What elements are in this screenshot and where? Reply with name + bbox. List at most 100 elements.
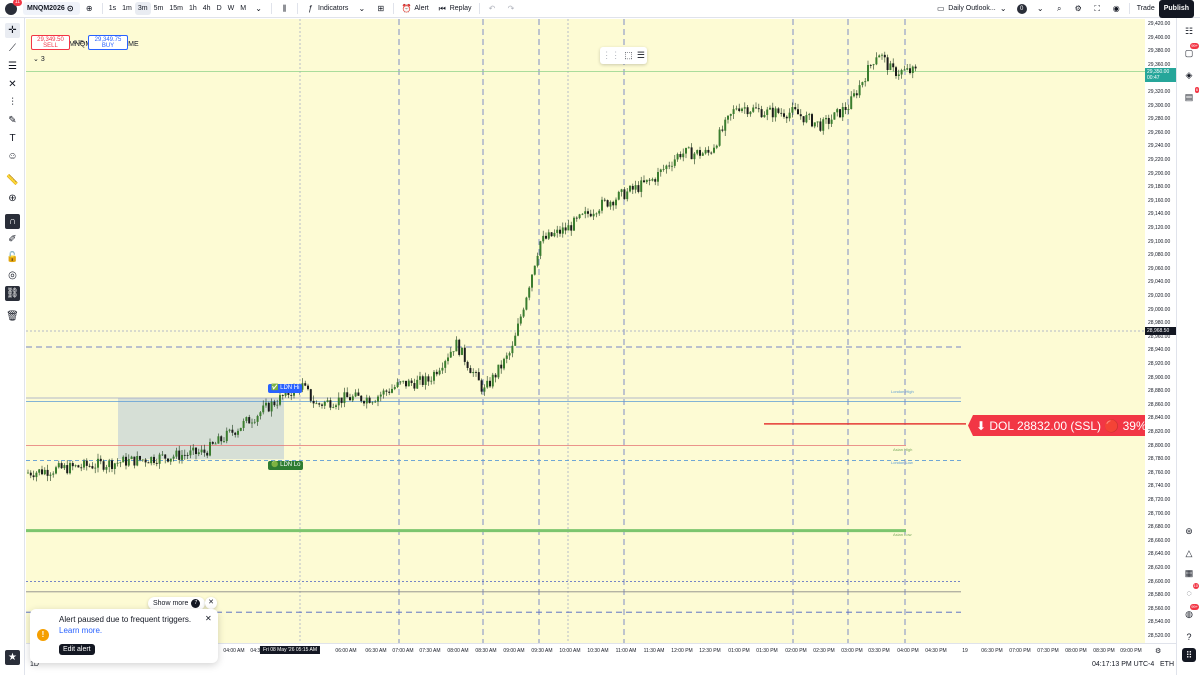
replay-button[interactable]: ⏮ Replay xyxy=(433,0,476,18)
interval-4h[interactable]: 4h xyxy=(200,0,214,18)
layout-menu[interactable]: ▭ Daily Outlook... ⌄ xyxy=(931,0,1012,18)
undo-button[interactable]: ↶ xyxy=(483,0,502,18)
candle-body xyxy=(49,474,52,476)
lock-icon: 🔓 xyxy=(6,252,19,263)
interval-1s[interactable]: 1s xyxy=(106,0,119,18)
sync-drawings-tool[interactable]: ⛓ xyxy=(5,286,20,301)
candle-body xyxy=(634,185,637,190)
candle-body xyxy=(265,402,267,406)
candle-body xyxy=(253,421,256,423)
candle-body xyxy=(679,154,682,158)
layouts-button[interactable]: ⊞ xyxy=(371,0,390,18)
rectangle-icon[interactable]: ⬚ xyxy=(624,50,633,61)
chat-button[interactable]: ◍ 99+ xyxy=(1182,604,1199,621)
apps-button[interactable]: ⠿ xyxy=(1182,648,1196,662)
remove-drawings-tool[interactable]: 🗑 xyxy=(5,309,20,324)
hide-drawings-tool[interactable]: ◎ xyxy=(5,268,20,283)
brush-tool[interactable]: ✎ xyxy=(5,113,20,128)
candle-body xyxy=(875,57,878,65)
alerts-panel-button[interactable]: ▤ 6 xyxy=(1182,87,1199,104)
notifications-button[interactable]: ◌ 10 xyxy=(1182,583,1199,600)
quick-search-button[interactable]: ⌕ xyxy=(1050,0,1069,18)
symbol-info-icon[interactable]: ⊙ xyxy=(65,3,76,14)
learn-more-link[interactable]: Learn more. xyxy=(59,626,102,635)
ideas-button[interactable]: ▢ 99+ xyxy=(1182,43,1199,60)
layers-button[interactable]: ◈ xyxy=(1182,68,1196,82)
clock[interactable]: 04:17:13 PM UTC-4 xyxy=(1092,661,1154,668)
lines-settings-icon[interactable]: ☰ xyxy=(637,50,645,61)
interval-1h[interactable]: 1h xyxy=(186,0,200,18)
candle-body xyxy=(589,213,592,217)
candle-body xyxy=(710,152,713,154)
dismiss-all-button[interactable]: ✕ xyxy=(205,597,217,609)
fib-tool[interactable]: ☰ xyxy=(5,59,20,74)
candle-body xyxy=(368,397,371,404)
buy-button[interactable]: 29,349.75 BUY xyxy=(88,35,128,50)
session-button[interactable]: ETH xyxy=(1160,661,1174,668)
interval-w[interactable]: W xyxy=(225,0,238,18)
object-tree-tool[interactable]: ★ xyxy=(5,650,20,665)
candle-body xyxy=(377,396,379,402)
interval-15m[interactable]: 15m xyxy=(166,0,186,18)
london-high-label: London High xyxy=(891,389,914,394)
projection-tool[interactable]: ⫶ xyxy=(5,95,20,110)
candle-body xyxy=(617,191,620,200)
compass-button[interactable]: ⊛ xyxy=(1182,524,1196,538)
toast-close-button[interactable]: ✕ xyxy=(205,614,212,623)
interval-3m[interactable]: 3m xyxy=(134,2,151,15)
alert-button[interactable]: ⏰ Alert xyxy=(397,0,432,18)
candle-body xyxy=(225,430,228,442)
interval-m[interactable]: M xyxy=(237,0,249,18)
lock-drawings-tool[interactable]: 🔓 xyxy=(5,250,20,265)
magnet-tool[interactable]: ∩ xyxy=(5,214,20,229)
drag-handle-icon[interactable]: ⋮⋮ xyxy=(602,50,620,61)
avatar[interactable]: 11 xyxy=(5,0,22,15)
edit-alert-button[interactable]: Edit alert xyxy=(59,644,95,655)
candle-body xyxy=(237,430,239,435)
interval-1m[interactable]: 1m xyxy=(119,0,135,18)
indicators-collapse[interactable]: ⌄ 3 xyxy=(33,55,45,63)
indicators-button[interactable]: ƒ Indicators xyxy=(301,0,352,18)
trade-button[interactable]: Trade xyxy=(1133,0,1159,18)
icon-tool[interactable]: ☺ xyxy=(5,149,20,164)
symbol-search[interactable]: MNQM2026 ⊙ xyxy=(23,2,80,15)
candle-body xyxy=(612,201,615,206)
measure-tool[interactable]: 📏 xyxy=(5,173,20,188)
sell-button[interactable]: 29,349.50 SELL xyxy=(31,35,70,50)
layout-sync-button[interactable]: 0 xyxy=(1013,0,1031,18)
zoom-tool[interactable]: ⊕ xyxy=(5,191,20,206)
help-button[interactable]: ? xyxy=(1182,630,1196,644)
pine-button[interactable]: △ xyxy=(1182,546,1196,560)
interval-d[interactable]: D xyxy=(214,0,225,18)
snapshot-button[interactable]: ◉ xyxy=(1107,0,1126,18)
trend-line-tool[interactable]: ⟋ xyxy=(5,41,20,56)
candles-icon: ⫼ xyxy=(282,3,287,13)
candle-body xyxy=(234,432,237,435)
price-tick: 28,880.00 xyxy=(1148,388,1171,395)
crosshair-tool[interactable]: ✛ xyxy=(5,23,20,38)
settings-button[interactable]: ⚙ xyxy=(1069,0,1088,18)
interval-5m[interactable]: 5m xyxy=(151,0,167,18)
fullscreen-button[interactable]: ⛶ xyxy=(1088,0,1107,18)
axis-settings-icon[interactable]: ⚙ xyxy=(1155,647,1161,655)
triangle-icon: △ xyxy=(1185,547,1193,558)
chart-pane[interactable]: MNQM2026 · 3 · CME xyxy=(26,19,1145,643)
indicator-templates-button[interactable]: ⌄ xyxy=(352,0,371,18)
candle-body xyxy=(433,371,435,381)
price-chart[interactable] xyxy=(26,19,1145,643)
pattern-tool[interactable]: ✕ xyxy=(5,77,20,92)
interval-dropdown[interactable]: ⌄ xyxy=(249,0,268,18)
watchlist-button[interactable]: ☷ xyxy=(1182,24,1196,38)
publish-button[interactable]: Publish xyxy=(1158,0,1194,18)
chart-type-button[interactable]: ⫼ xyxy=(275,0,294,18)
price-axis[interactable]: 29,420.00 29,400.00 29,380.00 29,360.00 29,3… xyxy=(1145,19,1176,643)
calendar-button[interactable]: ▦ xyxy=(1182,566,1196,580)
layout-options-button[interactable]: ⌄ xyxy=(1031,0,1050,18)
text-tool[interactable]: T xyxy=(5,131,20,146)
candle-body xyxy=(900,70,903,75)
compare-button[interactable]: ⊕ xyxy=(80,0,99,18)
redo-button[interactable]: ↷ xyxy=(502,0,521,18)
candle-body xyxy=(357,392,360,396)
candle-body xyxy=(455,339,458,352)
stay-drawing-tool[interactable]: ✐ xyxy=(5,232,20,247)
